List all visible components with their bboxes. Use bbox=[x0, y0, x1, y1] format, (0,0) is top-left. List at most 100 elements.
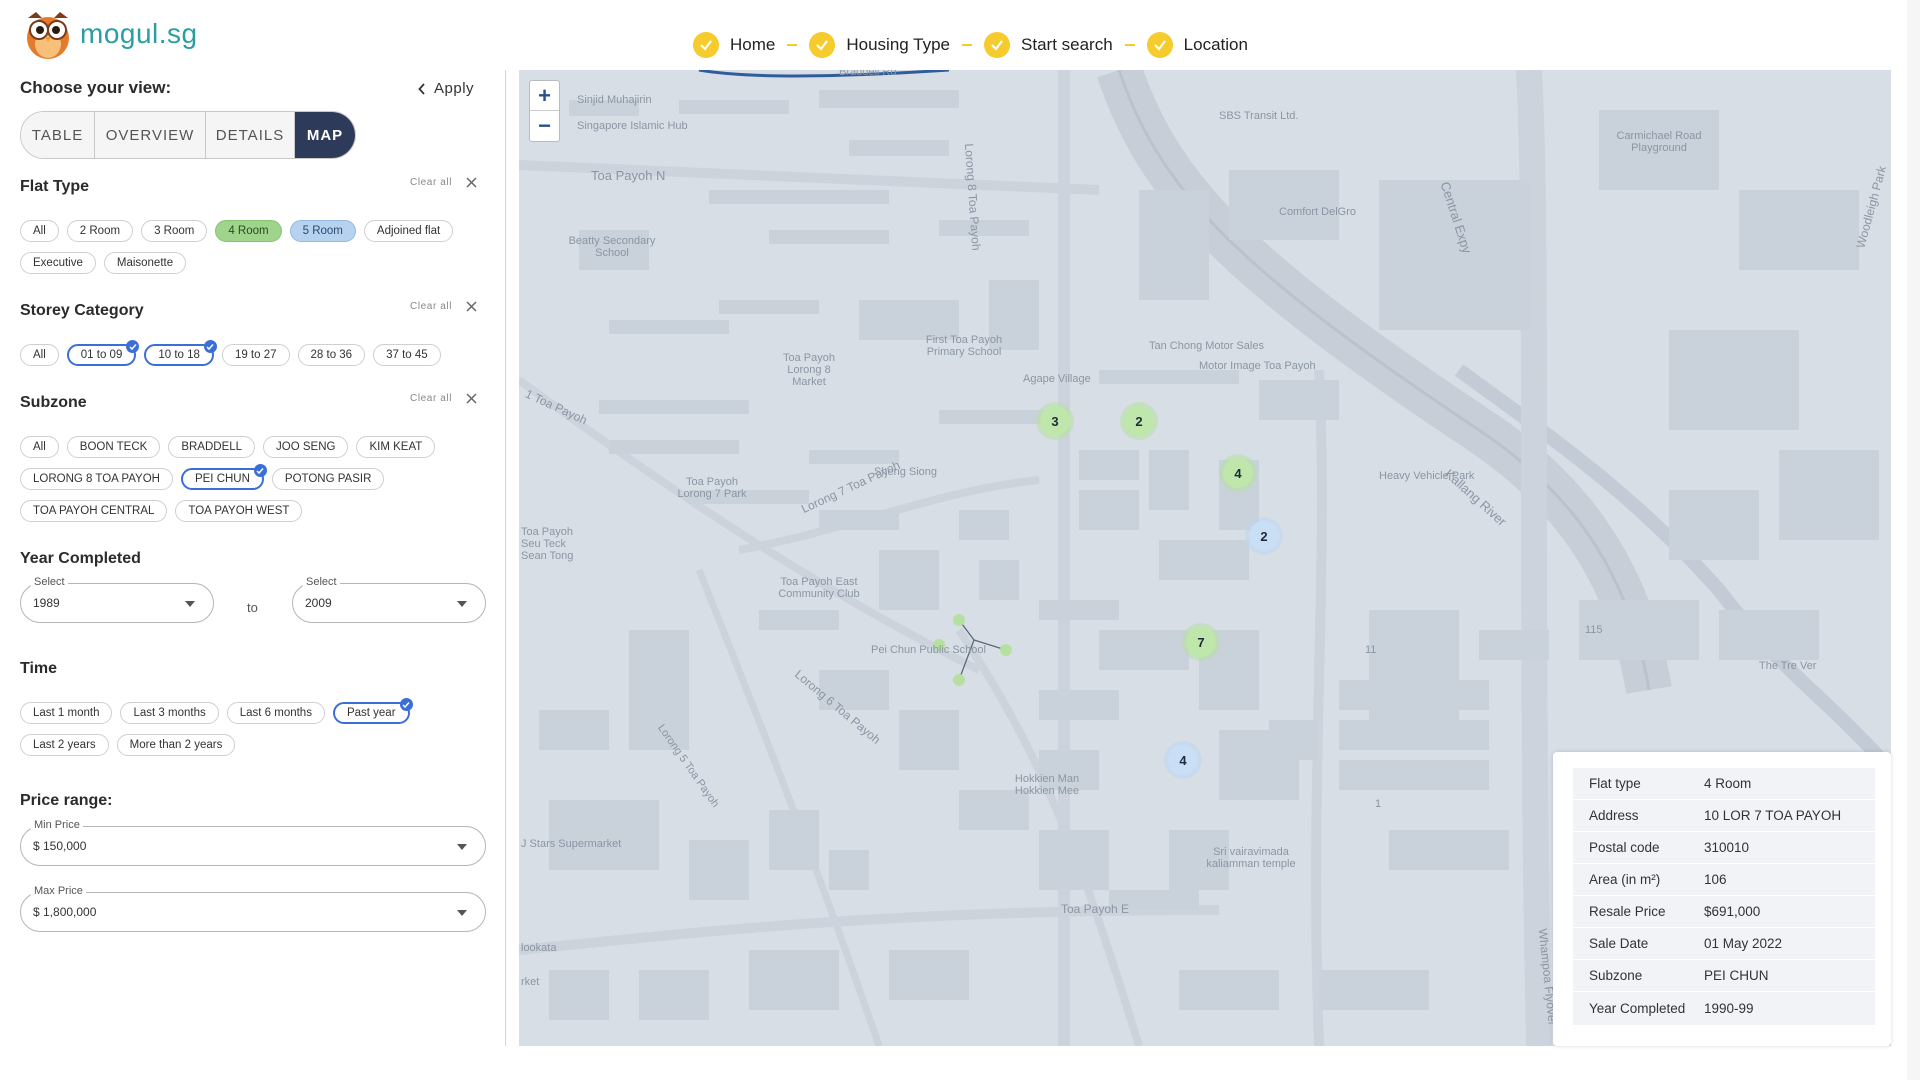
map-label: Toa Payoh Lorong 7 Park bbox=[677, 476, 747, 500]
view-overview-button[interactable]: OVERVIEW bbox=[95, 112, 206, 158]
dropdown-arrow-icon bbox=[457, 910, 467, 916]
chip-subzone-all[interactable]: All bbox=[20, 436, 59, 458]
cluster-marker[interactable]: 7 bbox=[1186, 627, 1216, 657]
chip-subzone-toa-payoh-west[interactable]: TOA PAYOH WEST bbox=[175, 500, 303, 522]
storey-clear-all[interactable]: Clear all bbox=[410, 301, 477, 312]
chip-flat-all[interactable]: All bbox=[20, 220, 59, 242]
cluster-marker[interactable]: 4 bbox=[1223, 458, 1253, 488]
chip-storey-10-18[interactable]: 10 to 18 bbox=[144, 340, 217, 366]
chip-subzone-pei-chun[interactable]: PEI CHUN bbox=[180, 464, 267, 490]
info-key: Postal code bbox=[1589, 840, 1660, 855]
apply-label: Apply bbox=[434, 80, 475, 97]
info-value: 10 LOR 7 TOA PAYOH bbox=[1704, 808, 1842, 823]
map-label: Carmichael Road Playground bbox=[1616, 130, 1702, 154]
chip-time-more-than-2-years[interactable]: More than 2 years bbox=[116, 734, 236, 756]
view-table-button[interactable]: TABLE bbox=[21, 112, 95, 158]
view-title: Choose your view: bbox=[20, 78, 172, 97]
chip-storey-19-27[interactable]: 19 to 27 bbox=[221, 344, 290, 366]
zoom-in-button[interactable]: + bbox=[530, 81, 559, 111]
chip-subzone-boon-teck[interactable]: BOON TECK bbox=[66, 436, 161, 458]
info-row-address: Address 10 LOR 7 TOA PAYOH bbox=[1573, 800, 1875, 832]
chip-time-1-month[interactable]: Last 1 month bbox=[20, 702, 113, 724]
page-scrollbar[interactable] bbox=[1907, 0, 1920, 1080]
max-price-select[interactable]: Max Price $ 1,800,000 bbox=[20, 885, 486, 932]
step-start-search[interactable]: Start search bbox=[984, 32, 1113, 58]
chip-subzone-potong-pasir[interactable]: POTONG PASIR bbox=[271, 468, 385, 490]
subzone-clear-all[interactable]: Clear all bbox=[410, 393, 477, 404]
time-options: Last 1 month Last 3 months Last 6 months… bbox=[20, 698, 440, 756]
chip-storey-28-36[interactable]: 28 to 36 bbox=[297, 344, 366, 366]
close-icon bbox=[466, 301, 477, 312]
map-label: SBS Transit Ltd. bbox=[1219, 110, 1299, 122]
chip-flat-executive[interactable]: Executive bbox=[20, 252, 96, 274]
chip-subzone-braddell[interactable]: BRADDELL bbox=[168, 436, 256, 458]
flat-type-clear-all[interactable]: Clear all bbox=[410, 177, 477, 188]
info-key: Flat type bbox=[1589, 776, 1641, 791]
apply-button[interactable]: Apply bbox=[418, 80, 474, 97]
cluster-marker[interactable]: 3 bbox=[1040, 406, 1070, 436]
map-label: Sheng Siong bbox=[874, 466, 937, 478]
check-icon bbox=[1146, 32, 1173, 58]
logo[interactable]: mogul.sg bbox=[22, 8, 198, 60]
info-row-area: Area (in m²) 106 bbox=[1573, 864, 1875, 896]
subzone-title: Subzone bbox=[20, 394, 87, 411]
chip-subzone-kim-keat[interactable]: KIM KEAT bbox=[356, 436, 436, 458]
chip-flat-maisonette[interactable]: Maisonette bbox=[103, 252, 187, 274]
cluster-marker[interactable]: 2 bbox=[1249, 521, 1279, 551]
close-icon bbox=[466, 393, 477, 404]
select-label: Max Price bbox=[31, 885, 86, 897]
view-details-button[interactable]: DETAILS bbox=[206, 112, 295, 158]
step-location[interactable]: Location bbox=[1146, 32, 1248, 58]
chip-storey-37-45[interactable]: 37 to 45 bbox=[373, 344, 441, 366]
step-home[interactable]: Home bbox=[693, 32, 775, 58]
cluster-marker[interactable]: 2 bbox=[1124, 406, 1154, 436]
chip-storey-all[interactable]: All bbox=[20, 344, 59, 366]
chip-flat-4-room[interactable]: 4 Room bbox=[215, 220, 282, 242]
check-badge-icon bbox=[203, 340, 217, 353]
chip-subzone-lorong-8[interactable]: LORONG 8 TOA PAYOH bbox=[20, 468, 173, 490]
map-label: 1 bbox=[1375, 798, 1382, 810]
map-label: Braddell Rd bbox=[839, 70, 897, 78]
chip-time-past-year[interactable]: Past year bbox=[332, 698, 413, 724]
chip-time-6-months[interactable]: Last 6 months bbox=[226, 702, 325, 724]
dropdown-arrow-icon bbox=[185, 601, 195, 607]
info-value: $691,000 bbox=[1704, 904, 1761, 919]
step-separator bbox=[1124, 44, 1135, 46]
map-label: Toa Payoh E bbox=[1061, 902, 1130, 916]
info-value: 106 bbox=[1704, 872, 1727, 887]
map-label: Tan Chong Motor Sales bbox=[1149, 340, 1264, 352]
chip-flat-adjoined[interactable]: Adjoined flat bbox=[363, 220, 454, 242]
chip-flat-2-room[interactable]: 2 Room bbox=[66, 220, 134, 242]
step-housing-type[interactable]: Housing Type bbox=[809, 32, 950, 58]
chip-flat-3-room[interactable]: 3 Room bbox=[141, 220, 208, 242]
dropdown-arrow-icon bbox=[457, 601, 467, 607]
zoom-out-button[interactable]: − bbox=[530, 111, 559, 141]
cluster-marker[interactable]: 4 bbox=[1168, 745, 1198, 775]
chip-subzone-joo-seng[interactable]: JOO SENG bbox=[263, 436, 349, 458]
map-label: rket bbox=[521, 976, 540, 988]
subzone-options: All BOON TECK BRADDELL JOO SENG KIM KEAT… bbox=[20, 436, 490, 522]
map-label: Pei Chun Public School bbox=[871, 644, 986, 656]
step-label: Home bbox=[730, 35, 776, 54]
select-value: 2009 bbox=[305, 596, 332, 610]
check-icon bbox=[984, 32, 1011, 58]
chip-subzone-toa-payoh-central[interactable]: TOA PAYOH CENTRAL bbox=[20, 500, 168, 522]
owl-logo-icon bbox=[27, 12, 69, 59]
year-to-select[interactable]: Select 2009 bbox=[292, 576, 486, 623]
year-from-select[interactable]: Select 1989 bbox=[20, 576, 214, 623]
chip-storey-01-09[interactable]: 01 to 09 bbox=[66, 340, 140, 366]
info-key: Area (in m²) bbox=[1589, 872, 1661, 887]
chip-time-2-years[interactable]: Last 2 years bbox=[20, 734, 109, 756]
view-map-button[interactable]: MAP bbox=[295, 112, 355, 158]
clear-all-label: Clear all bbox=[410, 177, 453, 188]
info-row-postal-code: Postal code 310010 bbox=[1573, 832, 1875, 864]
chip-time-3-months[interactable]: Last 3 months bbox=[120, 702, 219, 724]
select-value: $ 1,800,000 bbox=[33, 905, 97, 919]
info-key: Address bbox=[1589, 808, 1639, 823]
flat-type-title: Flat Type bbox=[20, 178, 90, 195]
chip-flat-5-room[interactable]: 5 Room bbox=[289, 220, 356, 242]
clear-all-label: Clear all bbox=[410, 393, 453, 404]
min-price-select[interactable]: Min Price $ 150,000 bbox=[20, 819, 486, 866]
check-icon bbox=[693, 32, 719, 58]
zoom-control: + − bbox=[529, 80, 560, 142]
